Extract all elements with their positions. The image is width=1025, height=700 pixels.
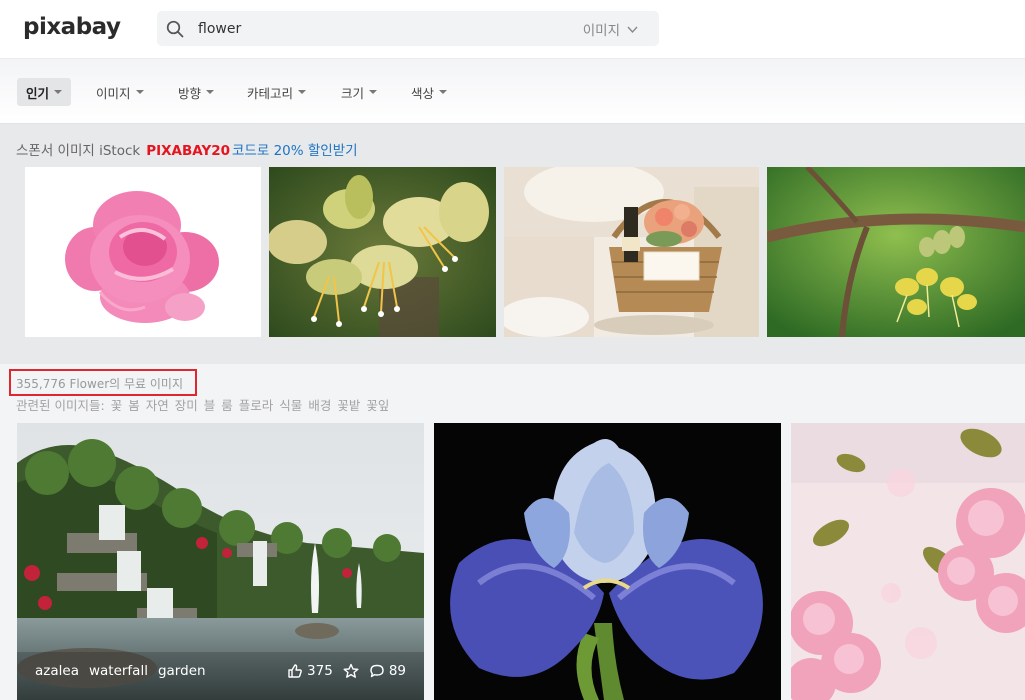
- related-searches: 관련된 이미지들: 꽃 봄 자연 장미 블 룸 플로라 식물 배경 꽃밭 꽃잎: [16, 395, 389, 414]
- image-tag[interactable]: azalea: [35, 663, 79, 679]
- result-image-cherry-blossoms[interactable]: [791, 423, 1025, 700]
- filter-label: 크기: [341, 85, 365, 101]
- search-type-label: 이미지: [582, 23, 620, 39]
- sponsored-section: 스폰서 이미지 iStock PIXABAY20 코드로 20% 할인받기: [0, 124, 1025, 364]
- image-tags: azalea waterfall garden: [35, 663, 206, 679]
- related-label: 관련된 이미지들:: [16, 398, 105, 413]
- related-tag[interactable]: 룸: [221, 398, 233, 413]
- related-tag[interactable]: 자연: [146, 398, 169, 413]
- related-tag[interactable]: 꽃밭: [337, 398, 360, 413]
- search-bar[interactable]: 이미지: [157, 11, 659, 46]
- related-tag[interactable]: 배경: [308, 398, 331, 413]
- star-icon: [343, 663, 359, 678]
- caret-down-icon: [135, 90, 144, 94]
- image-tag[interactable]: garden: [158, 663, 206, 679]
- sponsor-label: 스폰서 이미지 iStock PIXABAY20 코드로 20% 할인받기: [16, 139, 358, 159]
- pixabay-logo[interactable]: pixabay: [23, 14, 121, 40]
- filter-orientation[interactable]: 방향: [169, 78, 223, 106]
- filter-size[interactable]: 크기: [332, 78, 386, 106]
- filter-label: 이미지: [96, 85, 131, 101]
- top-header: pixabay 이미지: [0, 0, 1025, 58]
- comment-count: 89: [388, 663, 406, 679]
- caret-down-icon: [298, 90, 307, 94]
- related-tag[interactable]: 블: [204, 398, 216, 413]
- filter-label: 카테고리: [247, 85, 294, 101]
- search-input[interactable]: [198, 16, 538, 41]
- related-tag[interactable]: 식물: [279, 398, 302, 413]
- filter-category[interactable]: 카테고리: [238, 78, 315, 106]
- sponsored-image-blossoms[interactable]: [269, 167, 496, 337]
- filter-popular[interactable]: 인기: [17, 78, 72, 106]
- image-stats: 375 89: [287, 663, 406, 679]
- promo-code[interactable]: PIXABAY20: [146, 143, 230, 159]
- thumbs-up-icon: [288, 664, 302, 678]
- sponsor-prefix: 스폰서 이미지 iStock: [16, 143, 141, 159]
- caret-down-icon: [369, 90, 378, 94]
- caret-down-icon: [439, 90, 448, 94]
- filter-label: 인기: [26, 85, 50, 101]
- related-tag[interactable]: 플로라: [239, 398, 274, 413]
- related-tag[interactable]: 꽃잎: [366, 398, 389, 413]
- filter-color[interactable]: 색상: [402, 78, 456, 106]
- promo-link[interactable]: 코드로 20% 할인받기: [232, 143, 358, 159]
- comment-icon: [370, 664, 384, 678]
- sponsored-image-flower-basket[interactable]: [504, 167, 759, 337]
- image-overlay: azalea waterfall garden 375 89: [17, 652, 424, 700]
- related-tag[interactable]: 장미: [175, 398, 198, 413]
- image-tag[interactable]: waterfall: [89, 663, 148, 679]
- search-icon[interactable]: [165, 19, 185, 39]
- filter-label: 색상: [411, 85, 435, 101]
- filter-bar: 인기 이미지 방향 카테고리 크기 색상: [0, 58, 1025, 124]
- related-tag[interactable]: 꽃: [111, 398, 123, 413]
- favorite-button[interactable]: [343, 663, 359, 679]
- search-type-dropdown[interactable]: 이미지: [583, 19, 639, 39]
- caret-down-icon: [54, 90, 63, 94]
- result-count: 355,776 Flower의 무료 이미지: [16, 377, 184, 391]
- sponsored-image-branch[interactable]: [767, 167, 1025, 337]
- comment-button[interactable]: 89: [369, 663, 406, 679]
- filter-image-type[interactable]: 이미지: [87, 78, 153, 106]
- related-tag[interactable]: 봄: [128, 398, 140, 413]
- result-image-waterfall[interactable]: azalea waterfall garden 375 89: [17, 423, 424, 700]
- chevron-down-icon: [627, 26, 638, 33]
- like-button[interactable]: 375: [287, 663, 333, 679]
- result-image-iris[interactable]: [434, 423, 781, 700]
- caret-down-icon: [206, 90, 215, 94]
- sponsored-image-peony[interactable]: [25, 167, 261, 337]
- filter-label: 방향: [178, 85, 202, 101]
- like-count: 375: [307, 663, 333, 679]
